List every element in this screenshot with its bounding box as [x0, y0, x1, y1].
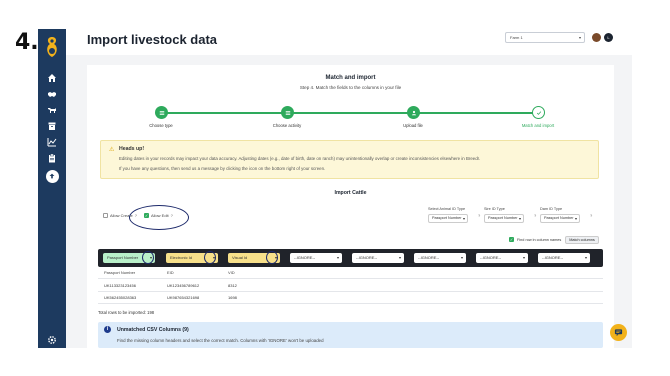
step-label-choose-type: Choose type [149, 123, 173, 128]
dam-id-help-icon[interactable]: ? [590, 213, 592, 218]
table-cell: UK987654321698 [167, 295, 200, 300]
step-match-import-check-icon[interactable] [532, 106, 545, 119]
chat-icon [614, 329, 623, 337]
sire-id-help-icon[interactable]: ? [534, 213, 536, 218]
sire-id-type-select[interactable]: Passport Number [484, 214, 524, 223]
heads-up-alert: ⚠ Heads up! Editing dates in your record… [100, 140, 599, 179]
table-cell: UK562455028363 [104, 295, 137, 300]
farm-select-value: Farm 1 [510, 35, 523, 40]
step-choose-activity-icon[interactable] [281, 106, 294, 119]
sire-id-type-group: Sire ID Type Passport Number [484, 207, 524, 223]
stepper-line [162, 112, 539, 114]
row-divider [98, 291, 603, 292]
column-select-7[interactable]: --IGNORE-- ▾ [476, 253, 528, 263]
highlight-ellipse [129, 205, 189, 230]
allow-create-checkbox[interactable] [103, 213, 108, 218]
settings-icon[interactable] [38, 333, 66, 347]
step-label-choose-activity: Choose activity [272, 123, 302, 128]
handshake-icon[interactable] [38, 87, 66, 101]
dam-id-type-group: Dam ID Type Passport Number [540, 207, 580, 223]
find-row-checkbox[interactable] [509, 237, 514, 242]
animal-id-type-group: Select Animal ID Type Passport Number [428, 207, 468, 223]
archive-icon[interactable] [38, 119, 66, 133]
sire-id-type-label: Sire ID Type [484, 207, 505, 211]
upload-icon[interactable] [38, 169, 66, 183]
farm-avatar[interactable] [592, 33, 601, 42]
table-header-passport: Passport Number [104, 270, 136, 275]
card-title: Match and import [325, 75, 376, 81]
dam-id-type-select[interactable]: Passport Number [540, 214, 580, 223]
step-number: 4. [15, 30, 39, 55]
highlight-circle-3 [266, 251, 278, 264]
cattle-icon[interactable] [38, 103, 66, 117]
chevron-down-icon: ▾ [584, 255, 587, 260]
step-label-upload-file: Upload file [403, 123, 423, 128]
column-mapping-bar: Passport Number ▾ Electronic Id ▾ Visual… [98, 249, 603, 267]
clipboard-icon[interactable] [38, 151, 66, 165]
column-select-6[interactable]: --IGNORE-- ▾ [414, 253, 466, 263]
home-icon[interactable] [38, 71, 66, 85]
column-select-4-value: --IGNORE-- [294, 255, 316, 260]
highlight-circle-1 [142, 251, 154, 264]
chevron-down-icon: ▾ [460, 255, 463, 260]
import-card: Match and import Step 4. Match the field… [87, 65, 614, 348]
warning-icon: ⚠ [109, 147, 115, 153]
table-header-vid: VID [228, 270, 235, 275]
row-divider [98, 278, 603, 279]
chevron-down-icon: ▾ [522, 255, 525, 260]
step-choose-type-icon[interactable] [155, 106, 168, 119]
step-upload-file-icon[interactable] [407, 106, 420, 119]
column-select-4[interactable]: --IGNORE-- ▾ [290, 253, 342, 263]
animal-id-help-icon[interactable]: ? [478, 213, 480, 218]
table-header-eid: EID [167, 270, 174, 275]
chevron-down-icon: ▾ [336, 255, 339, 260]
user-avatar[interactable]: L [604, 33, 613, 42]
screen: 4. Import livestock data Farm 1 ▾ L Matc… [0, 0, 670, 376]
find-row-label: Find row in column names [517, 237, 562, 242]
animal-id-type-label: Select Animal ID Type [428, 207, 466, 211]
table-cell: 1698 [228, 295, 237, 300]
match-columns-button[interactable]: Match columns [565, 236, 599, 244]
unmatched-columns-panel: i Unmatched CSV Columns (9) Find the mis… [98, 322, 603, 348]
import-cattle-title: Import Cattle [334, 190, 367, 196]
table-cell: 8312 [228, 283, 237, 288]
column-select-5[interactable]: --IGNORE-- ▾ [352, 253, 404, 263]
column-select-8[interactable]: --IGNORE-- ▾ [538, 253, 590, 263]
column-select-5-value: --IGNORE-- [356, 255, 378, 260]
logo-icon[interactable] [44, 36, 60, 60]
column-select-7-value: --IGNORE-- [480, 255, 502, 260]
column-select-2-value: Electronic Id [170, 255, 193, 260]
total-rows-text: Total rows to be imported: 198 [98, 310, 155, 315]
step-label-match-import: Match and import [521, 123, 555, 128]
sidebar [38, 29, 66, 348]
unmatched-text: Find the missing column headers and sele… [117, 338, 324, 343]
column-select-1-value: Passport Number [107, 255, 139, 260]
chart-icon[interactable] [38, 135, 66, 149]
row-divider [98, 303, 603, 304]
alert-text-2: If you have any questions, then send us … [119, 166, 326, 171]
column-select-8-value: --IGNORE-- [542, 255, 564, 260]
chevron-down-icon: ▾ [398, 255, 401, 260]
dam-id-type-label: Dam ID Type [540, 207, 563, 211]
chevron-down-icon: ▾ [578, 35, 581, 40]
find-row-option[interactable]: Find row in column names [509, 237, 561, 242]
alert-text-1: Editing dates in your records may impact… [119, 156, 481, 161]
highlight-circle-2 [204, 251, 216, 264]
table-cell: UK123456789612 [167, 283, 200, 288]
animal-id-type-select[interactable]: Passport Number [428, 214, 468, 223]
column-select-6-value: --IGNORE-- [418, 255, 440, 260]
chat-button[interactable] [610, 324, 627, 341]
unmatched-title: Unmatched CSV Columns (9) [117, 327, 189, 333]
alert-title: Heads up! [119, 146, 145, 152]
card-subtitle: Step 4. Match the fields to the columns … [299, 85, 402, 90]
page-title: Import livestock data [87, 32, 218, 47]
table-cell: UK113323123456 [104, 283, 136, 288]
info-icon: i [104, 326, 111, 333]
column-select-3-value: Visual Id [232, 255, 248, 260]
farm-select[interactable]: Farm 1 ▾ [505, 32, 585, 43]
